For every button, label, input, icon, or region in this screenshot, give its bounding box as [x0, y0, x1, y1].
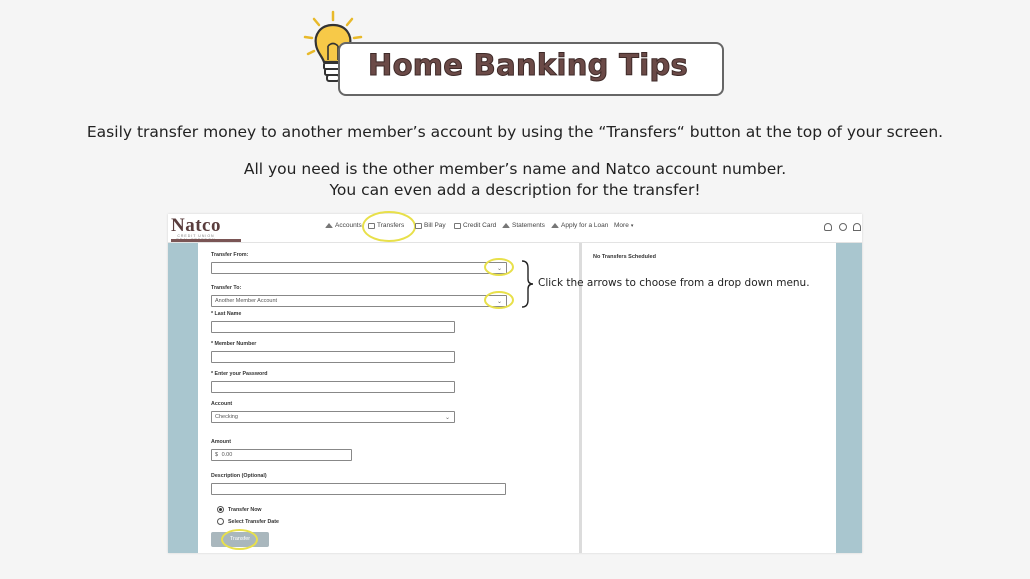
password-label: * Enter your Password — [211, 371, 268, 377]
last-name-input[interactable] — [211, 321, 455, 333]
nav-statements-label: Statements — [512, 222, 545, 229]
nav-bill-pay-label: Bill Pay — [424, 222, 446, 229]
nav-more-label: More — [614, 222, 629, 229]
chat-icon[interactable] — [839, 223, 847, 231]
transfer-to-label: Transfer To: — [211, 285, 242, 291]
nav-accounts-label: Accounts — [335, 222, 362, 229]
intro-line-3: You can even add a description for the t… — [329, 181, 701, 199]
chevron-down-icon[interactable]: ⌄ — [445, 413, 450, 423]
statements-icon — [502, 223, 510, 228]
currency-symbol: $ — [215, 452, 219, 458]
transfer-now-radio[interactable] — [217, 506, 224, 513]
last-name-label: * Last Name — [211, 311, 242, 317]
top-navbar: Natco CREDIT UNION REAL FREEDOM Accounts… — [168, 211, 862, 243]
transfer-button-highlight — [221, 529, 258, 550]
transfer-now-label: Transfer Now — [228, 507, 262, 513]
intro-line-1: Easily transfer money to another member’… — [86, 123, 944, 141]
loan-icon — [551, 223, 559, 228]
transfer-date-radio[interactable] — [217, 518, 224, 525]
amount-input[interactable]: $ 0.00 — [211, 449, 352, 461]
password-input[interactable] — [211, 381, 455, 393]
scheduled-transfers-panel — [579, 243, 839, 553]
nav-apply-loan[interactable]: Apply for a Loan — [551, 222, 608, 229]
transfer-to-select[interactable]: Another Member Account ⌄ — [211, 295, 507, 307]
left-accent-strip — [168, 243, 198, 553]
account-label: Account — [211, 401, 233, 407]
right-accent-strip — [836, 243, 862, 553]
scheduled-transfers-heading: No Transfers Scheduled — [593, 254, 656, 260]
transfer-from-select[interactable]: ⌄ — [211, 262, 507, 274]
chevron-down-icon: ▾ — [630, 222, 634, 229]
transfer-date-label: Select Transfer Date — [228, 519, 279, 525]
nav-apply-loan-label: Apply for a Loan — [561, 222, 609, 229]
nav-bill-pay[interactable]: Bill Pay — [415, 222, 446, 229]
member-number-input[interactable] — [211, 351, 455, 363]
dropdown-arrow-highlight — [484, 258, 514, 276]
transfer-to-value: Another Member Account — [215, 298, 278, 304]
brace-icon — [521, 260, 534, 308]
intro-line-2: All you need is the other member’s name … — [243, 160, 787, 178]
transfer-from-label: Transfer From: — [211, 252, 249, 258]
house-icon — [325, 223, 333, 228]
logo-name: Natco — [171, 215, 221, 236]
member-number-label: * Member Number — [211, 341, 257, 347]
bill-icon — [415, 222, 422, 229]
profile-icon[interactable] — [853, 223, 861, 231]
dropdown-arrow-highlight — [484, 291, 514, 309]
nav-accounts[interactable]: Accounts — [325, 222, 362, 229]
description-label: Description (Optional) — [211, 473, 267, 479]
nav-credit-card-label: Credit Card — [463, 222, 497, 229]
banking-screenshot: Natco CREDIT UNION REAL FREEDOM Accounts… — [168, 211, 862, 553]
bell-icon[interactable] — [824, 223, 832, 231]
nav-statements[interactable]: Statements — [502, 222, 545, 229]
page-title: Home Banking Tips — [367, 48, 689, 83]
nav-credit-card[interactable]: Credit Card — [454, 222, 496, 229]
dropdown-callout: Click the arrows to choose from a drop d… — [538, 277, 810, 289]
logo-underline — [171, 239, 241, 242]
account-select[interactable]: Checking ⌄ — [211, 411, 455, 423]
credit-card-icon — [454, 222, 461, 229]
nav-more[interactable]: More ▾ — [614, 222, 633, 229]
amount-label: Amount — [211, 439, 232, 445]
transfers-highlight-ring — [362, 211, 416, 242]
description-input[interactable] — [211, 483, 506, 495]
amount-value: 0.00 — [221, 452, 233, 458]
account-value: Checking — [215, 414, 238, 420]
